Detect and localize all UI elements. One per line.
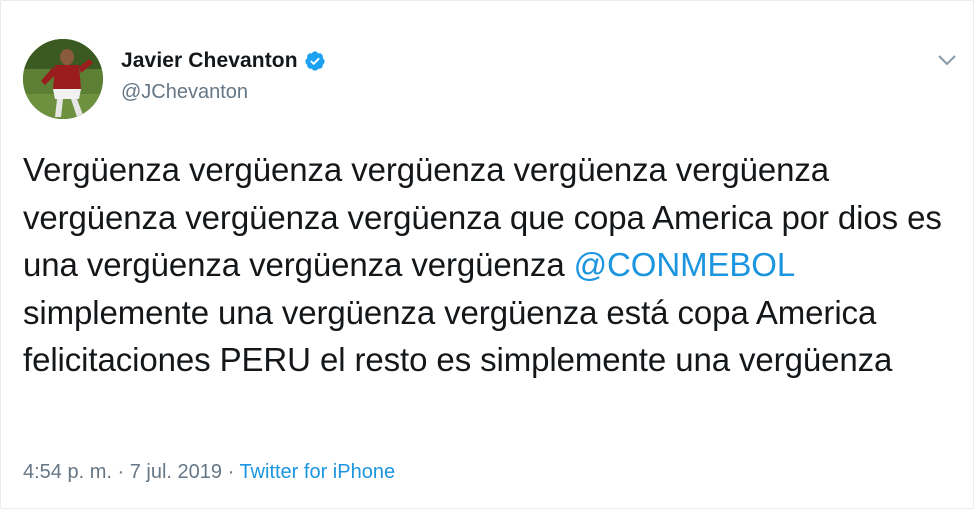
avatar[interactable]	[23, 39, 103, 119]
mention-link[interactable]: @CONMEBOL	[574, 246, 794, 283]
meta-separator: ·	[222, 461, 240, 483]
tweet-text-before: Vergüenza vergüenza vergüenza vergüenza …	[23, 151, 942, 283]
tweet-card: Javier Chevanton @JChevanton Vergüenza v…	[0, 0, 974, 509]
verified-badge-icon	[304, 50, 326, 72]
tweet-meta: 4:54 p. m. · 7 jul. 2019 · Twitter for i…	[23, 461, 395, 484]
author-name[interactable]: Javier Chevanton	[121, 49, 298, 73]
tweet-text-after: simplemente una vergüenza vergüenza está…	[23, 293, 893, 379]
chevron-down-icon[interactable]	[937, 53, 957, 67]
timestamp[interactable]: 4:54 p. m. · 7 jul. 2019	[23, 461, 222, 483]
author-name-row: Javier Chevanton	[121, 49, 326, 73]
tweet-text: Vergüenza vergüenza vergüenza vergüenza …	[23, 146, 953, 384]
source-link[interactable]: Twitter for iPhone	[239, 461, 395, 483]
author-handle[interactable]: @JChevanton	[121, 81, 326, 104]
author-block: Javier Chevanton @JChevanton	[121, 49, 326, 104]
avatar-image	[23, 39, 103, 119]
